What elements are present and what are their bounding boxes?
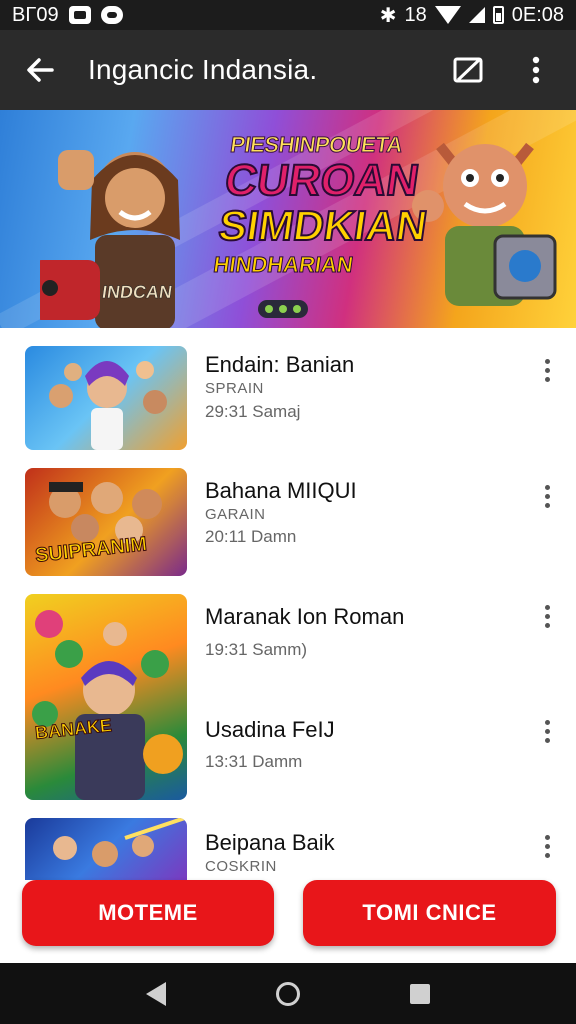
nav-home-button[interactable] [266, 972, 310, 1016]
thumbnail-art [49, 361, 167, 450]
featured-banner[interactable]: PIESHINPOUETA CUROAN SIMDKIAN HINDHARIAN [0, 110, 576, 328]
dot-icon [544, 493, 550, 499]
item-channel: GARAIN [205, 506, 266, 523]
more-vert-icon [532, 56, 540, 84]
item-more-button[interactable] [533, 478, 561, 514]
dot-icon [544, 622, 550, 628]
notification-icon-2 [100, 6, 123, 24]
dot-icon [544, 843, 550, 849]
dot-icon [544, 728, 550, 734]
dot-icon [544, 852, 550, 858]
system-nav-bar [0, 963, 576, 1024]
item-title: Endain: Banian [205, 352, 355, 377]
notification-icon [68, 6, 91, 24]
dot-icon [544, 367, 550, 373]
item-title: Usadina FeIJ [205, 717, 335, 742]
primary-action-left-button[interactable]: MOTEME [22, 880, 274, 946]
dot-icon [544, 737, 550, 743]
primary-action-right-button[interactable]: TOMI CNICE [303, 880, 556, 946]
hero-caption: INDCAN [100, 282, 174, 303]
arrow-left-icon [27, 58, 54, 82]
item-more-button[interactable] [533, 598, 561, 634]
cast-button[interactable] [446, 48, 490, 92]
item-channel: SPRAIN [205, 380, 264, 397]
carousel-dot [279, 305, 287, 313]
dot-icon [544, 484, 550, 490]
page-title: Ingancic Indansia. [88, 54, 318, 85]
dot-icon [544, 376, 550, 382]
item-title: Maranak Ion Roman [205, 604, 405, 629]
app-bar: Ingancic Indansia. [0, 30, 576, 110]
status-left-text: BΓ09 [12, 3, 59, 26]
banner-line-3: SIMDKIAN [215, 201, 431, 250]
cast-icon [453, 57, 483, 83]
item-more-button[interactable] [533, 352, 561, 388]
square-recents-icon [410, 983, 430, 1004]
triangle-back-icon [146, 981, 166, 1006]
dot-icon [544, 358, 550, 364]
item-title: Beipana Baik [205, 830, 335, 855]
dot-icon [544, 719, 550, 725]
status-time: 0E:08 [511, 3, 564, 26]
battery-icon [492, 6, 504, 24]
item-more-button[interactable] [533, 713, 561, 749]
item-meta: 29:31 Samaj [205, 402, 301, 421]
item-channel: COSKRIN [205, 858, 277, 875]
dot-icon [544, 604, 550, 610]
thumbnail-image: BANAKE [25, 594, 187, 800]
carousel-dot [265, 305, 273, 313]
item-meta: 13:31 Damm [205, 752, 303, 771]
banner-line-2: CUROAN [221, 155, 423, 206]
carousel-indicator[interactable] [258, 300, 308, 318]
thumbnail-art [53, 818, 186, 867]
back-button[interactable] [18, 48, 62, 92]
nav-back-button[interactable] [134, 972, 178, 1016]
thumbnail-image [25, 346, 187, 450]
bluetooth-icon: ✱ [379, 4, 397, 27]
dot-icon [544, 502, 550, 508]
more-options-button[interactable] [514, 48, 558, 92]
banner-headline: PIESHINPOUETA CUROAN SIMDKIAN HINDHARIAN [211, 132, 433, 278]
thumbnail-image [25, 818, 187, 880]
signal-icon [468, 7, 485, 23]
thumbnail-art [32, 610, 183, 800]
item-more-button[interactable] [533, 828, 561, 864]
circle-home-icon [276, 981, 300, 1006]
nav-recents-button[interactable] [398, 972, 442, 1016]
dot-icon [544, 613, 550, 619]
item-title: Bahana MIIQUI [205, 478, 357, 503]
carousel-dot [293, 305, 301, 313]
thumbnail-image: SUIPRANIM [25, 468, 187, 576]
wifi-icon [434, 6, 461, 24]
vibrate-indicator: 18 [404, 3, 427, 26]
banner-line-4: HINDHARIAN [211, 252, 355, 278]
dot-icon [544, 834, 550, 840]
banner-line-1: PIESHINPOUETA [228, 132, 404, 158]
status-bar: BΓ09 ✱ 18 0E:08 [0, 0, 576, 30]
item-meta: 19:31 Samm) [205, 640, 308, 659]
item-meta: 20:11 Damn [205, 527, 297, 546]
